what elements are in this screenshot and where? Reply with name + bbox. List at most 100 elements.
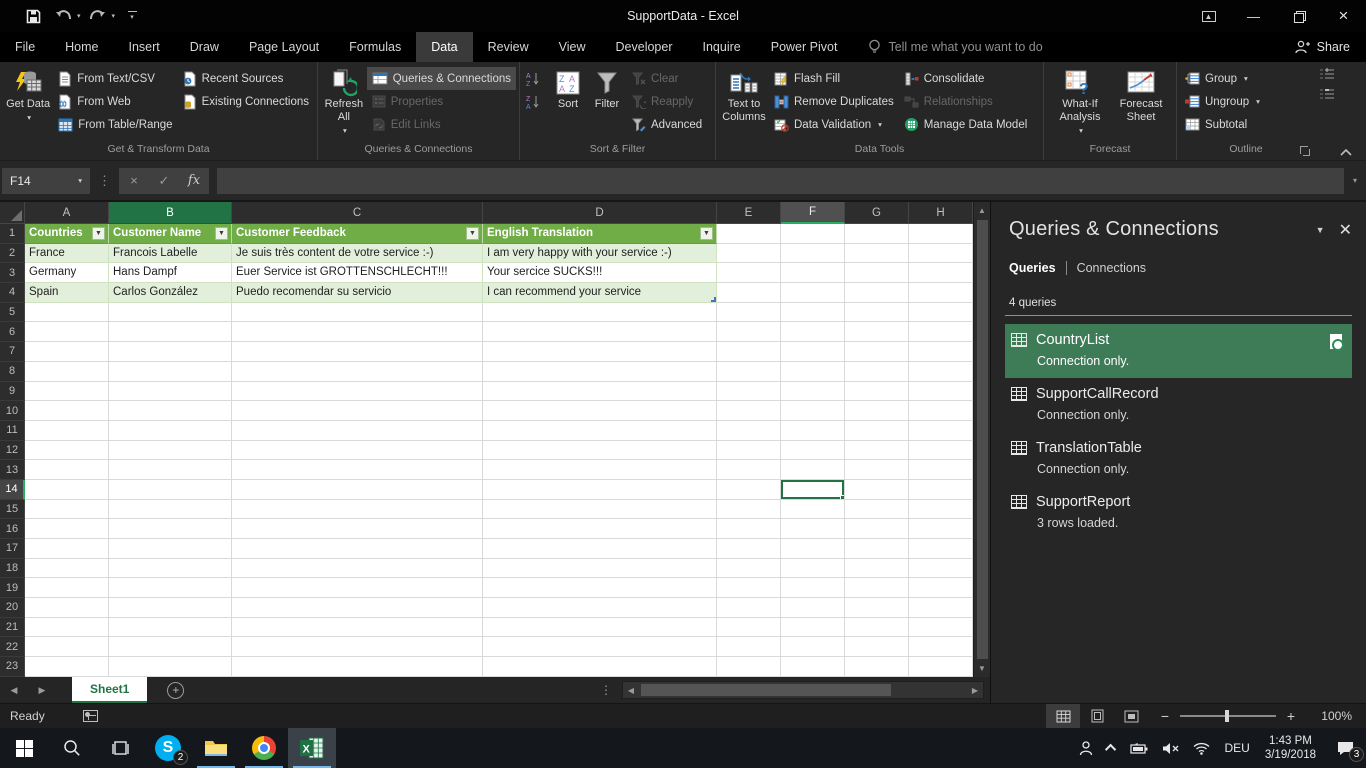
cell-C14[interactable]: [232, 480, 483, 500]
forecast-sheet-button[interactable]: Forecast Sheet: [1114, 66, 1168, 124]
cell-G4[interactable]: [845, 283, 909, 303]
cell-A6[interactable]: [25, 322, 109, 342]
cell-B22[interactable]: [109, 637, 232, 657]
new-sheet-button[interactable]: +: [167, 682, 184, 699]
cell-G17[interactable]: [845, 539, 909, 559]
cell-G3[interactable]: [845, 263, 909, 283]
tab-draw[interactable]: Draw: [175, 32, 234, 62]
cell-C18[interactable]: [232, 559, 483, 579]
cell-D2[interactable]: I am very happy with your service :-): [483, 244, 717, 264]
cell-D4[interactable]: I can recommend your service: [483, 283, 717, 303]
row-header-11[interactable]: 11: [0, 421, 25, 441]
cell-E1[interactable]: [717, 224, 781, 244]
row-header-7[interactable]: 7: [0, 342, 25, 362]
undo-button[interactable]: [50, 4, 76, 28]
outline-dialog-launcher[interactable]: [1299, 145, 1311, 157]
cell-E18[interactable]: [717, 559, 781, 579]
zoom-out-button[interactable]: −: [1158, 708, 1172, 724]
cell-H14[interactable]: [909, 480, 973, 500]
group-button[interactable]: Group▾: [1180, 67, 1265, 90]
cell-A8[interactable]: [25, 362, 109, 382]
action-center-button[interactable]: 3: [1324, 728, 1366, 768]
pane-close-icon[interactable]: ✕: [1339, 220, 1352, 240]
chrome-button[interactable]: [240, 728, 288, 768]
cell-D9[interactable]: [483, 382, 717, 402]
cell-F17[interactable]: [781, 539, 845, 559]
cell-C15[interactable]: [232, 500, 483, 520]
cell-A21[interactable]: [25, 618, 109, 638]
cell-H15[interactable]: [909, 500, 973, 520]
cell-H9[interactable]: [909, 382, 973, 402]
from-table-range-button[interactable]: From Table/Range: [53, 113, 177, 136]
cell-H17[interactable]: [909, 539, 973, 559]
cell-F22[interactable]: [781, 637, 845, 657]
get-data-button[interactable]: Get Data▾: [3, 66, 53, 124]
cell-F13[interactable]: [781, 460, 845, 480]
tab-developer[interactable]: Developer: [601, 32, 688, 62]
scroll-down-icon[interactable]: ▼: [974, 660, 990, 677]
row-header-9[interactable]: 9: [0, 382, 25, 402]
data-validation-button[interactable]: Data Validation▾: [769, 113, 899, 136]
cell-H13[interactable]: [909, 460, 973, 480]
battery-button[interactable]: [1123, 728, 1155, 768]
language-indicator[interactable]: DEU: [1217, 728, 1256, 768]
tab-page-layout[interactable]: Page Layout: [234, 32, 334, 62]
queries-connections-button[interactable]: Queries & Connections: [367, 67, 516, 90]
cell-A17[interactable]: [25, 539, 109, 559]
scroll-right-icon[interactable]: ▶: [967, 686, 983, 695]
name-box-resize-handle[interactable]: ⋮: [90, 173, 119, 189]
cell-A23[interactable]: [25, 657, 109, 677]
cell-E11[interactable]: [717, 421, 781, 441]
scroll-left-icon[interactable]: ◀: [623, 686, 639, 695]
cell-B7[interactable]: [109, 342, 232, 362]
hide-detail-icon[interactable]: [1319, 88, 1335, 100]
table-resize-handle[interactable]: [711, 297, 716, 302]
macro-record-icon[interactable]: [83, 710, 98, 722]
cell-F1[interactable]: [781, 224, 845, 244]
cell-B16[interactable]: [109, 519, 232, 539]
tab-formulas[interactable]: Formulas: [334, 32, 416, 62]
row-header-18[interactable]: 18: [0, 559, 25, 579]
cell-C8[interactable]: [232, 362, 483, 382]
cell-B8[interactable]: [109, 362, 232, 382]
cell-G22[interactable]: [845, 637, 909, 657]
cell-B11[interactable]: [109, 421, 232, 441]
cell-A16[interactable]: [25, 519, 109, 539]
cell-H18[interactable]: [909, 559, 973, 579]
row-header-10[interactable]: 10: [0, 401, 25, 421]
cell-H11[interactable]: [909, 421, 973, 441]
cell-E6[interactable]: [717, 322, 781, 342]
cell-F10[interactable]: [781, 401, 845, 421]
page-layout-view-button[interactable]: [1080, 704, 1114, 729]
cell-G11[interactable]: [845, 421, 909, 441]
row-header-22[interactable]: 22: [0, 637, 25, 657]
cell-C19[interactable]: [232, 578, 483, 598]
cell-B1[interactable]: Customer Name▼: [109, 224, 232, 244]
row-header-23[interactable]: 23: [0, 657, 25, 677]
cell-G2[interactable]: [845, 244, 909, 264]
tab-scroll-splitter[interactable]: ⋮: [590, 683, 622, 697]
cell-B12[interactable]: [109, 441, 232, 461]
confirm-entry-button[interactable]: ✓: [149, 173, 179, 189]
cell-D11[interactable]: [483, 421, 717, 441]
volume-button[interactable]: [1155, 728, 1186, 768]
redo-button[interactable]: [85, 4, 111, 28]
cell-A22[interactable]: [25, 637, 109, 657]
from-web-button[interactable]: From Web: [53, 90, 177, 113]
cell-E20[interactable]: [717, 598, 781, 618]
cell-G8[interactable]: [845, 362, 909, 382]
cell-E9[interactable]: [717, 382, 781, 402]
cell-B6[interactable]: [109, 322, 232, 342]
cell-F14[interactable]: [781, 480, 845, 500]
row-header-6[interactable]: 6: [0, 322, 25, 342]
cell-D14[interactable]: [483, 480, 717, 500]
tab-insert[interactable]: Insert: [114, 32, 175, 62]
cell-C11[interactable]: [232, 421, 483, 441]
cell-C9[interactable]: [232, 382, 483, 402]
reapply-filter-button[interactable]: Reapply: [627, 90, 707, 113]
cell-D10[interactable]: [483, 401, 717, 421]
zoom-level[interactable]: 100%: [1308, 709, 1352, 723]
cell-H22[interactable]: [909, 637, 973, 657]
task-view-button[interactable]: [96, 728, 144, 768]
sort-ascending-button[interactable]: AZ: [523, 67, 549, 90]
